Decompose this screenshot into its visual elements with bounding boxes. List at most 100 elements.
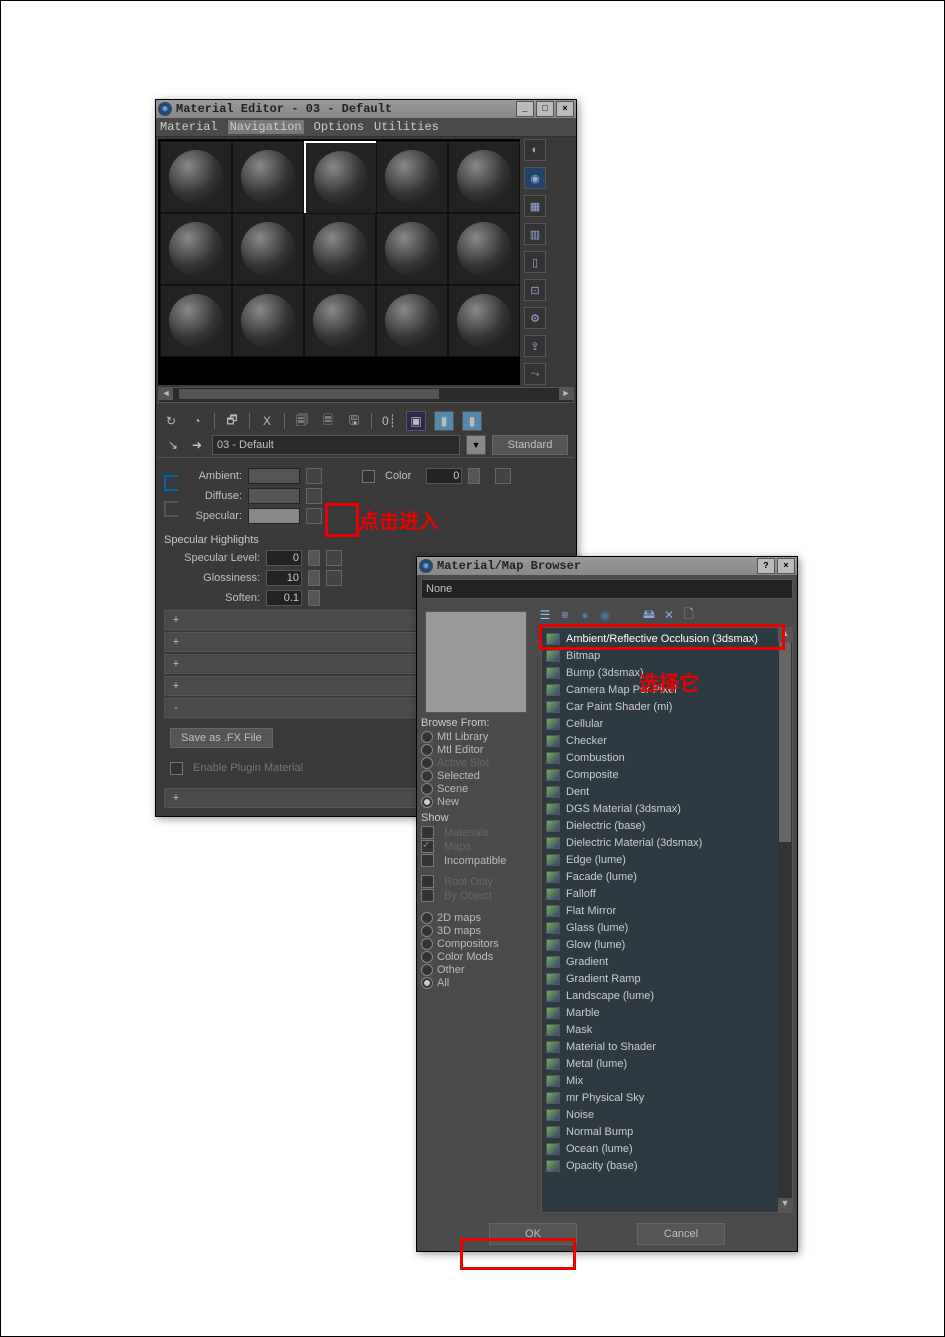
diffuse-swatch[interactable] (248, 488, 300, 504)
sample-slot[interactable] (376, 213, 448, 285)
pick-material-icon[interactable]: ↘ (164, 436, 182, 454)
radio-compositors[interactable]: Compositors (421, 938, 533, 950)
scroll-thumb[interactable] (779, 642, 791, 842)
specular-level-map-slot[interactable] (326, 550, 342, 566)
radio-color-mods[interactable]: Color Mods (421, 951, 533, 963)
scroll-left-icon[interactable]: ◄ (159, 388, 173, 400)
ok-button[interactable]: OK (489, 1223, 577, 1245)
video-check-icon[interactable]: ▯ (524, 251, 546, 273)
sample-slot[interactable] (376, 285, 448, 357)
map-list-item[interactable]: Glass (lume) (544, 919, 790, 936)
soften-value[interactable]: 0.1 (266, 590, 302, 606)
map-list-item[interactable]: Gradient Ramp (544, 970, 790, 987)
sample-slot[interactable] (232, 213, 304, 285)
make-copy-icon[interactable]: 🗐 (293, 412, 311, 430)
map-list-item[interactable]: Dielectric (base) (544, 817, 790, 834)
sample-slot[interactable] (160, 285, 232, 357)
ambient-diffuse-lock-icon[interactable] (164, 475, 178, 491)
show-map-icon[interactable]: ▣ (406, 411, 426, 431)
menu-utilities[interactable]: Utilities (374, 120, 439, 134)
radio-other[interactable]: Other (421, 964, 533, 976)
preview-icon[interactable]: ⊡ (524, 279, 546, 301)
sample-slot[interactable] (304, 213, 376, 285)
radio-2d-maps[interactable]: 2D maps (421, 912, 533, 924)
sample-slot[interactable] (448, 285, 520, 357)
spinner-icon[interactable] (308, 550, 320, 566)
delete-from-lib-icon[interactable]: ✕ (661, 607, 677, 623)
spinner-icon[interactable] (468, 468, 480, 484)
list-scrollbar[interactable]: ▲ ▼ (778, 628, 792, 1212)
map-list-item[interactable]: Mix (544, 1072, 790, 1089)
map-list-item[interactable]: Marble (544, 1004, 790, 1021)
material-map-navigator-icon[interactable]: ⤳ (524, 363, 546, 385)
map-list-item[interactable]: Ocean (lume) (544, 1140, 790, 1157)
sample-uv-icon[interactable]: ▥ (524, 223, 546, 245)
assign-material-icon[interactable]: 🗗 (223, 412, 241, 430)
radio-all[interactable]: All (421, 977, 533, 989)
map-list-item[interactable]: Mask (544, 1021, 790, 1038)
maximize-button[interactable]: □ (536, 101, 554, 117)
self-illum-value[interactable]: 0 (426, 468, 462, 484)
show-end-result-icon[interactable]: ▮ (434, 411, 454, 431)
diffuse-specular-lock-icon[interactable] (164, 501, 178, 517)
map-list[interactable]: Ambient/Reflective Occlusion (3dsmax)Bit… (541, 627, 793, 1213)
specular-map-slot[interactable] (306, 508, 322, 524)
sample-slot[interactable] (448, 213, 520, 285)
sample-slot[interactable] (232, 141, 304, 213)
map-list-item[interactable]: Edge (lume) (544, 851, 790, 868)
map-list-item[interactable]: DGS Material (3dsmax) (544, 800, 790, 817)
map-list-item[interactable]: Material to Shader (544, 1038, 790, 1055)
cancel-button[interactable]: Cancel (637, 1223, 725, 1245)
map-list-item[interactable]: Noise (544, 1106, 790, 1123)
map-list-item[interactable]: Metal (lume) (544, 1055, 790, 1072)
go-forward-icon[interactable]: ➜ (188, 436, 206, 454)
make-unique-icon[interactable]: 🗏 (319, 412, 337, 430)
radio-selected[interactable]: Selected (421, 770, 533, 782)
save-fx-button[interactable]: Save as .FX File (170, 728, 273, 748)
specular-level-value[interactable]: 0 (266, 550, 302, 566)
map-list-item[interactable]: Combustion (544, 749, 790, 766)
go-parent-icon[interactable]: ▮ (462, 411, 482, 431)
map-list-item[interactable]: Bump (3dsmax) (544, 664, 790, 681)
map-list-item[interactable]: Normal Bump (544, 1123, 790, 1140)
get-material-icon[interactable]: ↻ (162, 412, 180, 430)
map-list-item[interactable]: Bitmap (544, 647, 790, 664)
sample-slot-selected[interactable] (304, 141, 378, 215)
view-small-icons-icon[interactable]: ● (577, 607, 593, 623)
radio-mtl-library[interactable]: Mtl Library (421, 731, 533, 743)
menu-navigation[interactable]: Navigation (228, 120, 304, 134)
close-button[interactable]: × (777, 558, 795, 574)
radio-scene[interactable]: Scene (421, 783, 533, 795)
sample-slot[interactable] (448, 141, 520, 213)
self-illum-map-slot[interactable] (495, 468, 511, 484)
enable-plugin-check[interactable] (170, 762, 183, 775)
clear-lib-icon[interactable]: 🗋 (681, 607, 697, 623)
map-list-item[interactable]: Opacity (base) (544, 1157, 790, 1174)
spinner-icon[interactable] (308, 590, 320, 606)
map-list-item[interactable]: Cellular (544, 715, 790, 732)
material-type-button[interactable]: Standard (492, 435, 568, 455)
map-list-item[interactable]: Falloff (544, 885, 790, 902)
radio-3d-maps[interactable]: 3D maps (421, 925, 533, 937)
menu-material[interactable]: Material (160, 120, 218, 134)
scroll-thumb[interactable] (179, 389, 439, 399)
map-list-item[interactable]: Flat Mirror (544, 902, 790, 919)
radio-mtl-editor[interactable]: Mtl Editor (421, 744, 533, 756)
map-list-item[interactable]: mr Physical Sky (544, 1089, 790, 1106)
sample-type-icon[interactable]: ◐ (524, 139, 546, 161)
browser-titlebar[interactable]: ◉ Material/Map Browser ? × (417, 557, 797, 575)
map-list-item[interactable]: Dielectric Material (3dsmax) (544, 834, 790, 851)
ambient-swatch[interactable] (248, 468, 300, 484)
view-list-icon[interactable]: ☰ (537, 607, 553, 623)
map-list-item[interactable]: Composite (544, 766, 790, 783)
minimize-button[interactable]: _ (516, 101, 534, 117)
map-list-item[interactable]: Ambient/Reflective Occlusion (3dsmax) (544, 630, 790, 647)
map-list-item[interactable]: Checker (544, 732, 790, 749)
checker-bg-icon[interactable]: ▦ (524, 195, 546, 217)
glossiness-map-slot[interactable] (326, 570, 342, 586)
view-large-icons-icon[interactable]: ◉ (597, 607, 613, 623)
sample-slot[interactable] (160, 141, 232, 213)
map-list-item[interactable]: Gradient (544, 953, 790, 970)
put-to-library-icon[interactable]: 🖫 (345, 412, 363, 430)
update-scene-icon[interactable]: 🖴 (641, 607, 657, 623)
